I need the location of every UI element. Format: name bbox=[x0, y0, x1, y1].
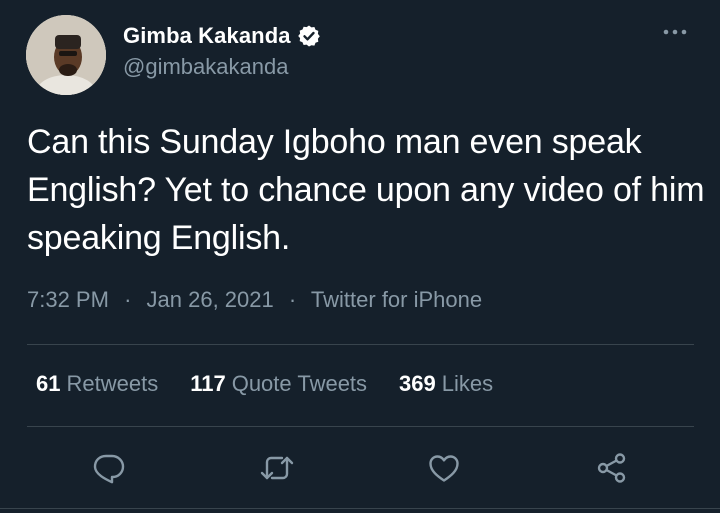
tweet-source[interactable]: Twitter for iPhone bbox=[311, 287, 482, 312]
retweet-button[interactable] bbox=[255, 446, 299, 490]
like-icon bbox=[429, 455, 459, 482]
tweet-actions bbox=[0, 446, 720, 490]
tweet-time[interactable]: 7:32 PM bbox=[27, 287, 109, 312]
author-display-name[interactable]: Gimba Kakanda bbox=[123, 23, 291, 49]
author-avatar[interactable] bbox=[26, 15, 106, 95]
retweets-label: Retweets bbox=[66, 371, 159, 396]
tweet-meta: 7:32 PM · Jan 26, 2021 · Twitter for iPh… bbox=[27, 287, 482, 313]
retweet-icon bbox=[260, 456, 294, 480]
author-name-row[interactable]: Gimba Kakanda bbox=[123, 20, 321, 52]
like-button[interactable] bbox=[422, 446, 466, 490]
share-icon bbox=[597, 453, 626, 483]
divider bbox=[27, 426, 694, 427]
retweets-count: 61 bbox=[36, 371, 61, 396]
quote-tweets-label: Quote Tweets bbox=[231, 371, 368, 396]
meta-separator: · bbox=[288, 287, 297, 312]
quote-tweets-stat[interactable]: 117 Quote Tweets bbox=[190, 371, 367, 397]
tweet-card: Gimba Kakanda @gimbakakanda Can this Sun… bbox=[0, 0, 720, 513]
share-button[interactable] bbox=[590, 446, 634, 490]
likes-label: Likes bbox=[441, 371, 494, 396]
avatar-photo-icon bbox=[26, 15, 106, 95]
more-options-icon[interactable] bbox=[660, 22, 690, 42]
meta-separator: · bbox=[124, 287, 132, 312]
reply-icon bbox=[93, 454, 125, 484]
tweet-text: Can this Sunday Igboho man even speak En… bbox=[27, 123, 705, 257]
author-handle[interactable]: @gimbakakanda bbox=[123, 54, 288, 80]
likes-count: 369 bbox=[399, 371, 436, 396]
divider bbox=[0, 508, 720, 509]
verified-badge-icon bbox=[297, 24, 321, 48]
divider bbox=[27, 344, 694, 345]
quote-tweets-count: 117 bbox=[190, 371, 226, 396]
tweet-date[interactable]: Jan 26, 2021 bbox=[147, 287, 274, 312]
likes-stat[interactable]: 369 Likes bbox=[399, 371, 493, 397]
reply-button[interactable] bbox=[87, 446, 131, 490]
tweet-stats: 61 Retweets 117 Quote Tweets 369 Likes bbox=[36, 371, 525, 397]
retweets-stat[interactable]: 61 Retweets bbox=[36, 371, 158, 397]
